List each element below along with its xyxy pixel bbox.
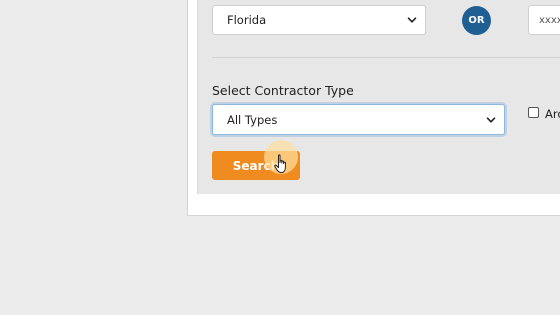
state-select[interactable]: Florida xyxy=(212,5,426,35)
divider xyxy=(212,57,560,58)
page: Florida OR xxxx Select Contractor Type A… xyxy=(0,0,560,315)
hand-pointer-icon xyxy=(274,154,286,173)
chevron-down-icon xyxy=(407,17,417,23)
state-select-value: Florida xyxy=(227,13,267,27)
chevron-down-icon xyxy=(486,116,496,123)
or-badge: OR xyxy=(462,6,491,35)
license-input-value: xxxx xyxy=(539,14,560,26)
contractor-type-value: All Types xyxy=(227,112,278,127)
filter-checkbox[interactable] xyxy=(528,107,539,118)
contractor-type-label: Select Contractor Type xyxy=(212,83,354,98)
license-number-input[interactable]: xxxx xyxy=(528,5,560,35)
contractor-type-select[interactable]: All Types xyxy=(212,104,505,135)
filter-checkbox-label: Arc xyxy=(545,107,560,121)
